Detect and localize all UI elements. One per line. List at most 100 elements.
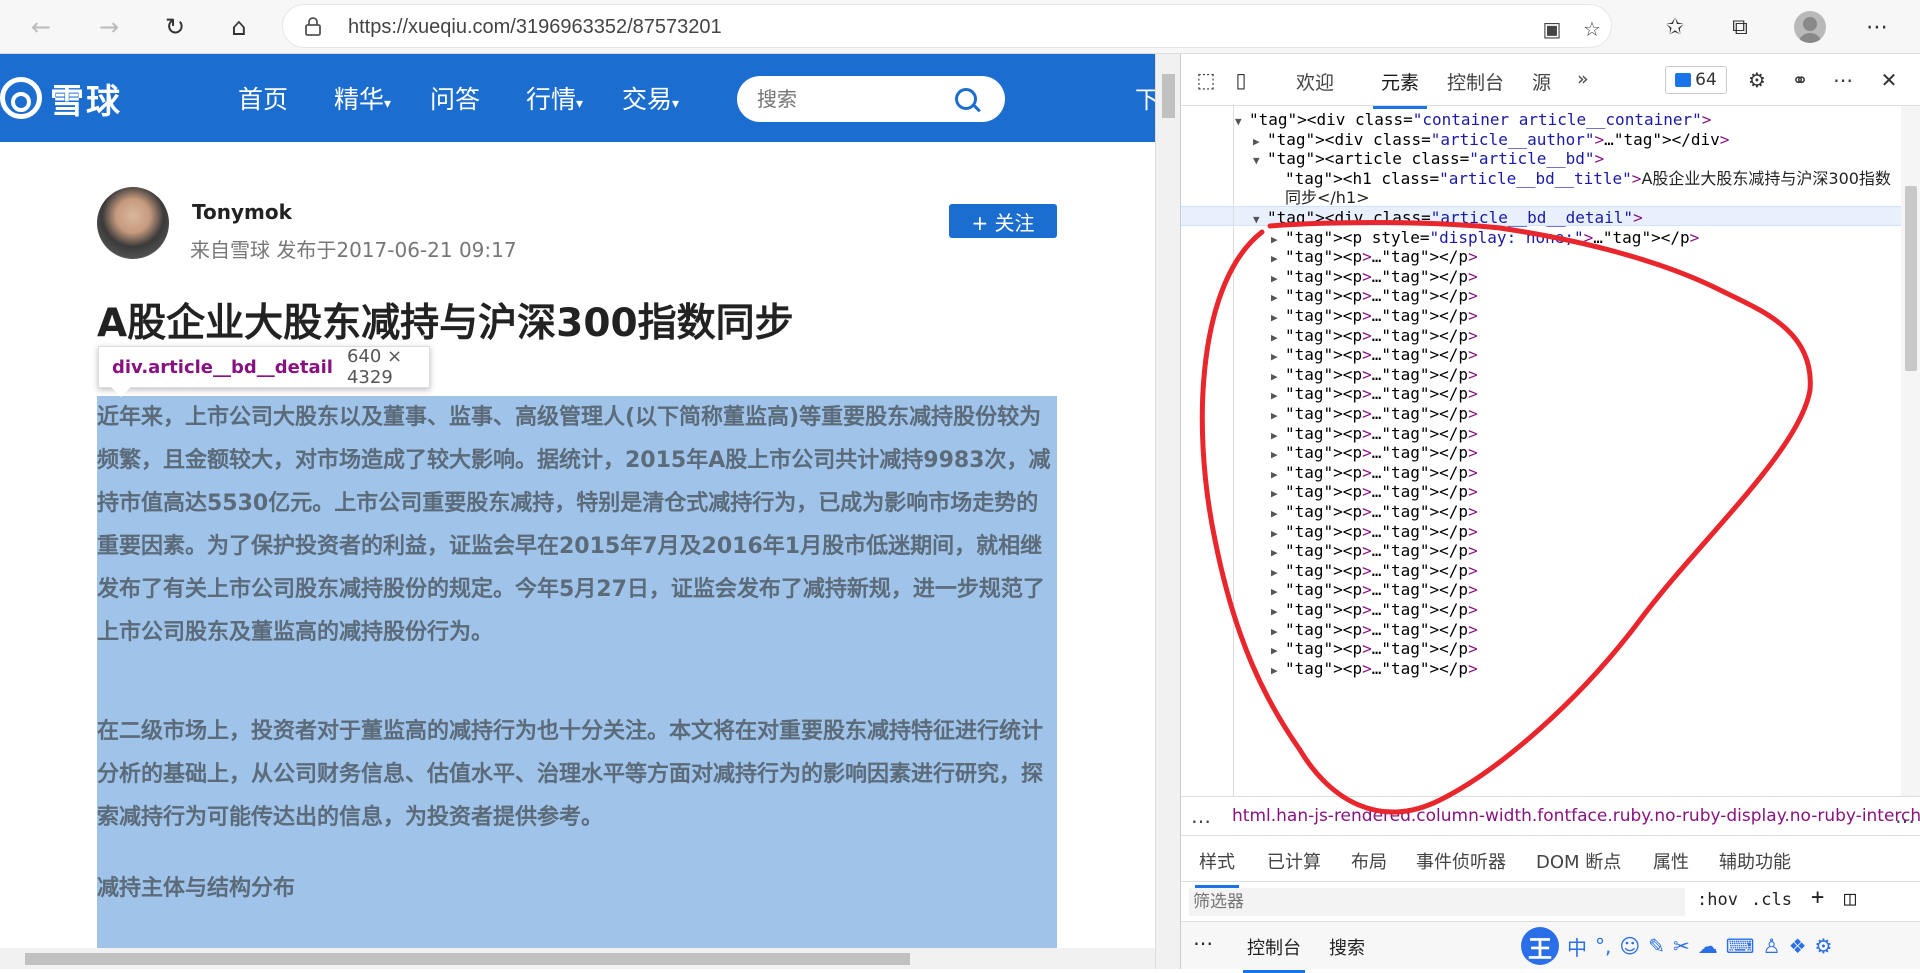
reader-view-icon[interactable]: ▣ [1538, 15, 1566, 43]
ime-toolbar: 王 中 °, ☺ ✎ ✂ ☁ ⌨ ♙ ❖ ⚙ [1521, 926, 1920, 966]
back-icon[interactable]: ← [24, 10, 58, 44]
ime-logo[interactable]: 王 [1521, 927, 1559, 965]
devtools-panel: ⬚ ▯ 欢迎 元素 控制台 源 » 64 ⚙ ⚭ ⋯ ✕ ▼ "tag"><div… [1180, 54, 1920, 973]
pen-icon[interactable]: ✎ [1648, 934, 1665, 958]
dom-node[interactable]: ▶ "tag"><p>…"tag"></p> [1271, 657, 1478, 681]
nav-quotes[interactable]: 行情▾ [526, 80, 583, 116]
new-rule-icon[interactable]: + [1811, 885, 1824, 910]
web-page: 雪球 首页 精华▾ 问答 行情▾ 交易▾ 下 Tonymok 来自雪球 发布于2… [0, 54, 1155, 969]
breadcrumb-more-right[interactable]: … [1895, 797, 1915, 835]
tab-styles[interactable]: 样式 [1195, 848, 1239, 888]
styles-tabbar: 样式 已计算 布局 事件侦听器 DOM 断点 属性 辅助功能 [1181, 836, 1920, 888]
close-devtools-icon[interactable]: ✕ [1875, 66, 1903, 94]
author-meta: 来自雪球 发布于2017-06-21 09:17 [190, 238, 517, 262]
article-paragraph: 近年来，上市公司大股东以及董事、监事、高级管理人(以下简称董监高)等重要股东减持… [97, 405, 1051, 645]
search-icon[interactable] [955, 88, 977, 110]
hov-toggle[interactable]: :hov [1697, 890, 1738, 910]
expand-arrow-icon[interactable]: ▼ [1253, 149, 1267, 173]
page-vertical-scrollbar[interactable] [1155, 54, 1180, 969]
tab-accessibility[interactable]: 辅助功能 [1719, 848, 1791, 874]
nav-label: 首页 [238, 85, 289, 114]
page-horizontal-scrollbar[interactable] [0, 948, 1155, 969]
drawer-tab-console[interactable]: 控制台 [1243, 934, 1305, 973]
inspect-element-icon[interactable]: ⬚ [1192, 66, 1220, 94]
nav-label: 精华 [334, 85, 385, 114]
tab-welcome[interactable]: 欢迎 [1296, 68, 1334, 95]
nav-featured[interactable]: 精华▾ [334, 80, 391, 116]
drawer-tab-search[interactable]: 搜索 [1329, 934, 1365, 960]
styles-filter-input[interactable] [1189, 888, 1685, 916]
nav-label: 交易 [622, 85, 673, 114]
tab-sources[interactable]: 源 [1532, 68, 1551, 95]
ime-punct-icon[interactable]: °, [1595, 934, 1611, 958]
author-name[interactable]: Tonymok [192, 200, 292, 224]
nav-qa[interactable]: 问答 [430, 80, 480, 116]
article-section-heading: 减持主体与结构分布 [97, 876, 296, 901]
tab-elements[interactable]: 元素 [1372, 68, 1428, 109]
indent-guide [1233, 106, 1234, 796]
tab-properties[interactable]: 属性 [1653, 848, 1689, 874]
customize-icon[interactable]: ⚭ [1786, 66, 1814, 94]
toggle-sidebar-icon[interactable]: ◫ [1844, 886, 1856, 910]
more-tabs-icon[interactable]: » [1577, 68, 1589, 90]
tab-layout[interactable]: 布局 [1351, 848, 1387, 874]
add-favorite-icon[interactable]: ☆ [1578, 15, 1606, 43]
dom-breadcrumb[interactable]: … html.han-js-rendered.column-width.font… [1181, 796, 1920, 836]
breadcrumb-path[interactable]: html.han-js-rendered.column-width.fontfa… [1232, 806, 1920, 826]
forward-icon[interactable]: → [92, 10, 126, 44]
tab-dom-breakpoints[interactable]: DOM 断点 [1536, 848, 1621, 874]
drawer-menu-icon[interactable]: ⋯ [1193, 931, 1213, 955]
tooltip-size: 640 × 4329 [346, 346, 403, 388]
ime-mode[interactable]: 中 [1567, 932, 1587, 961]
nav-label: 行情 [526, 85, 577, 114]
expand-arrow-icon[interactable]: ▼ [1235, 110, 1249, 134]
dom-tree[interactable]: ▼ "tag"><div class="container article__co… [1181, 106, 1901, 796]
cls-toggle[interactable]: .cls [1751, 890, 1792, 910]
site-search[interactable] [737, 76, 1005, 122]
follow-button[interactable]: + 关注 [949, 204, 1057, 238]
more-options-icon[interactable]: ⋯ [1829, 66, 1857, 94]
ime-settings-icon[interactable]: ⚙ [1815, 934, 1833, 958]
scrollbar-thumb[interactable] [1162, 74, 1175, 118]
article-paragraph: 在二级市场上，投资者对于董监高的减持行为也十分关注。本文将在对重要股东减持特征进… [97, 719, 1044, 830]
logo-text: 雪球 [50, 81, 122, 122]
url-text: https://xueqiu.com/3196963352/87573201 [348, 16, 722, 38]
keyboard-icon[interactable]: ⌨ [1726, 934, 1755, 958]
dom-tree-scrollbar[interactable] [1901, 106, 1920, 796]
search-input[interactable] [757, 86, 947, 112]
nav-trade[interactable]: 交易▾ [622, 80, 679, 116]
collections-icon[interactable]: ⧉ [1725, 12, 1755, 42]
cloud-icon[interactable]: ☁ [1698, 934, 1718, 958]
more-options-icon[interactable]: ⋯ [1862, 12, 1892, 42]
logo-mark-icon [0, 77, 42, 119]
emoji-icon[interactable]: ☺ [1619, 934, 1640, 958]
tab-computed[interactable]: 已计算 [1267, 848, 1321, 874]
profile-avatar[interactable] [1794, 11, 1826, 43]
device-toolbar-icon[interactable]: ▯ [1227, 66, 1255, 94]
caret-down-icon: ▾ [576, 96, 584, 112]
issues-badge[interactable]: 64 [1665, 66, 1727, 94]
settings-gear-icon[interactable]: ⚙ [1743, 66, 1771, 94]
expand-arrow-icon[interactable]: ▼ [1253, 208, 1267, 232]
tab-event-listeners[interactable]: 事件侦听器 [1416, 848, 1506, 874]
header-clipped-text[interactable]: 下 [1135, 80, 1155, 115]
scissors-icon[interactable]: ✂ [1673, 934, 1690, 958]
breadcrumb-more-left[interactable]: … [1191, 797, 1211, 835]
expand-arrow-icon[interactable]: ▶ [1271, 659, 1285, 683]
browser-toolbar: ← → ↻ ⌂ https://xueqiu.com/3196963352/87… [0, 0, 1920, 54]
skin-icon[interactable]: ❖ [1789, 934, 1807, 958]
styles-filter-row: :hov .cls + ◫ [1181, 882, 1920, 922]
user-icon[interactable]: ♙ [1763, 934, 1781, 958]
address-bar[interactable]: https://xueqiu.com/3196963352/87573201 ▣… [282, 4, 1612, 48]
home-icon[interactable]: ⌂ [222, 10, 256, 44]
favorites-icon[interactable]: ✩ [1660, 12, 1690, 42]
nav-home[interactable]: 首页 [238, 80, 288, 116]
refresh-icon[interactable]: ↻ [158, 10, 192, 44]
caret-down-icon: ▾ [672, 96, 680, 112]
site-logo[interactable]: 雪球 [0, 74, 122, 122]
author-avatar[interactable] [97, 187, 169, 259]
lock-icon[interactable] [303, 16, 323, 36]
scrollbar-thumb[interactable] [1905, 186, 1917, 371]
tab-console[interactable]: 控制台 [1447, 68, 1504, 95]
scrollbar-thumb[interactable] [25, 953, 910, 965]
